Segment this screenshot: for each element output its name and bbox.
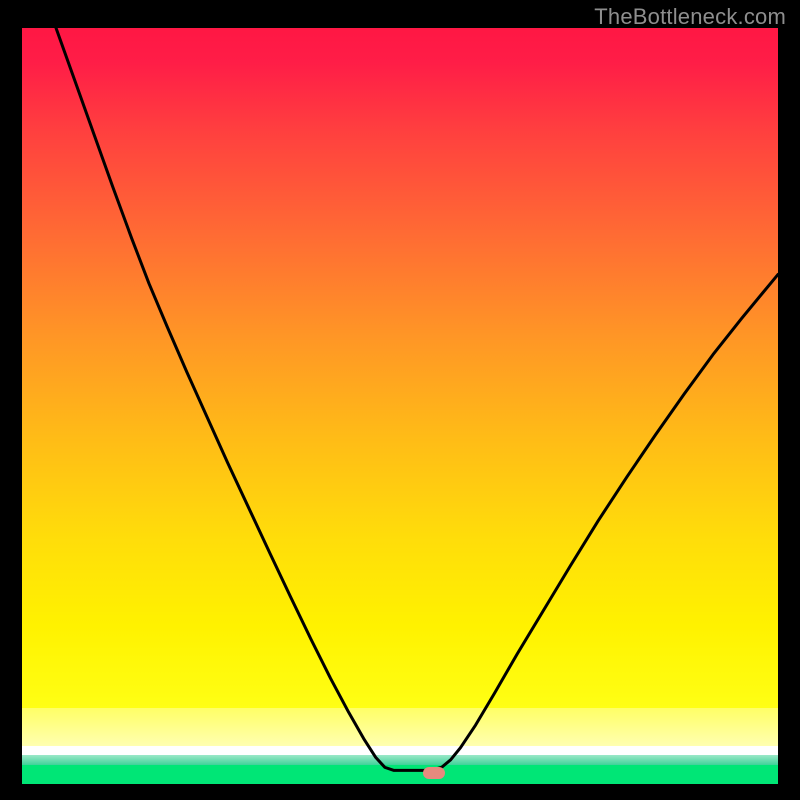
plot-area [22,28,778,784]
optimum-marker-icon [423,767,445,779]
watermark-text: TheBottleneck.com [594,4,786,30]
chart-container: TheBottleneck.com [0,0,800,800]
bottleneck-curve [22,28,778,784]
